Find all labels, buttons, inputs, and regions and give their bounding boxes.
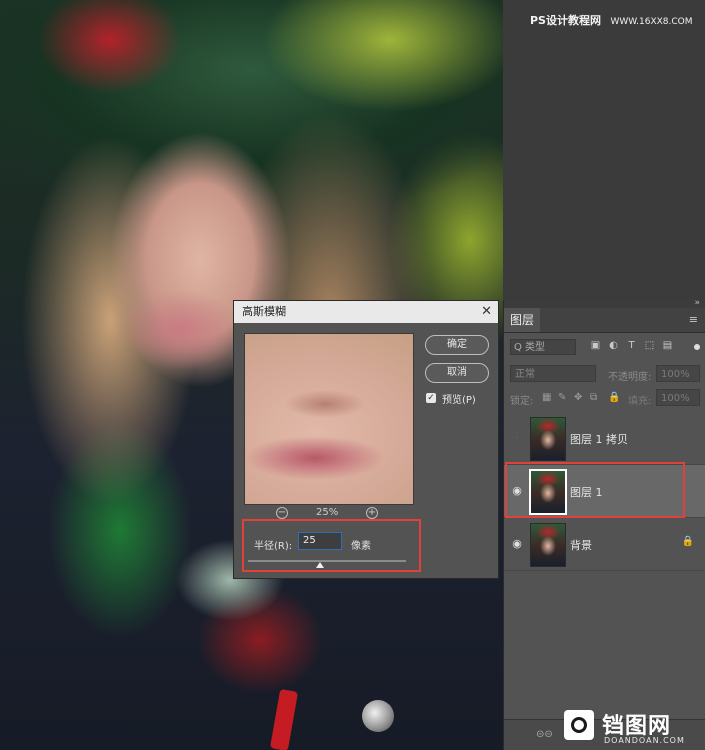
lock-artboard-icon[interactable]: ⧉: [590, 392, 597, 403]
blend-mode-select[interactable]: 正常: [510, 365, 596, 382]
adjustment-filter-icon[interactable]: ◐: [608, 340, 619, 351]
layer-thumbnail: [530, 417, 566, 461]
watermark-bottom: 铛图网 DOANDOAN.COM: [562, 706, 702, 748]
lock-row: 锁定: ▦ ✎ ✥ ⧉ 🔒 填充: 100%: [504, 388, 705, 408]
layer-thumbnail: [530, 523, 566, 567]
filter-toggle-icon[interactable]: [694, 344, 700, 350]
layer-row-copy[interactable]: · 图层 1 拷贝: [504, 412, 705, 465]
fill-label: 填充:: [628, 396, 652, 407]
watermark-logo-icon: [564, 710, 594, 740]
panel-tab-row: 图层 ≡: [504, 308, 705, 333]
layer-row-background[interactable]: ◉ 背景 🔒: [504, 518, 705, 571]
visibility-off-icon[interactable]: ·: [510, 432, 524, 444]
zoom-value: 25%: [316, 507, 339, 518]
close-icon[interactable]: ✕: [481, 301, 492, 323]
blend-row: 正常 不透明度: 100%: [504, 362, 705, 384]
watermark-url: WWW.16XX8.COM: [610, 17, 693, 27]
preview-checkbox[interactable]: ✓: [426, 393, 436, 403]
pixel-filter-icon[interactable]: ▣: [590, 340, 601, 351]
type-filter-icon[interactable]: T: [626, 340, 637, 351]
watermark-top: PS设计教程网 WWW.16XX8.COM: [530, 12, 693, 28]
cancel-button[interactable]: 取消: [425, 363, 489, 383]
lock-all-icon[interactable]: 🔒: [608, 392, 620, 403]
panel-menu-icon[interactable]: ≡: [689, 313, 698, 326]
link-layers-icon[interactable]: ⊝⊝: [536, 729, 553, 740]
eye-icon[interactable]: ◉: [510, 538, 524, 550]
panel-topbar: »: [504, 298, 705, 308]
zoom-out-icon[interactable]: −: [276, 507, 288, 519]
preview-label: 预览(P): [442, 395, 476, 406]
collapse-icon[interactable]: »: [694, 298, 700, 308]
lock-pixels-icon[interactable]: ✎: [558, 392, 566, 403]
opacity-label: 不透明度:: [608, 372, 652, 383]
dialog-title-bar[interactable]: 高斯模糊 ✕: [234, 301, 498, 323]
smart-object-filter-icon[interactable]: ▤: [662, 340, 673, 351]
watermark-en: DOANDOAN.COM: [604, 736, 685, 745]
layers-panel: » 图层 ≡ Q 类型 ▣ ◐ T ⬚ ▤ 正常 不透明度: 100% 锁定: …: [503, 298, 705, 750]
ok-button[interactable]: 确定: [425, 335, 489, 355]
fill-input[interactable]: 100%: [656, 389, 700, 406]
shape-filter-icon[interactable]: ⬚: [644, 340, 655, 351]
lock-position-icon[interactable]: ✥: [574, 392, 582, 403]
tab-layers[interactable]: 图层: [504, 308, 540, 332]
opacity-input[interactable]: 100%: [656, 365, 700, 382]
kind-filter-select[interactable]: Q 类型: [510, 339, 576, 355]
zoom-in-icon[interactable]: +: [366, 507, 378, 519]
radius-highlight-box: [242, 519, 421, 572]
red-ribbon: [269, 688, 299, 750]
lock-icon: 🔒: [681, 536, 694, 547]
layer-name: 背景: [570, 539, 592, 552]
watermark-brand: PS设计教程网: [530, 14, 601, 27]
dialog-title: 高斯模糊: [242, 305, 286, 318]
filter-row: Q 类型 ▣ ◐ T ⬚ ▤: [504, 336, 705, 358]
layer-highlight-box: [505, 462, 685, 518]
coat-button: [362, 700, 394, 732]
lock-transparent-icon[interactable]: ▦: [542, 392, 551, 403]
lock-label: 锁定:: [510, 396, 534, 407]
blur-preview[interactable]: [244, 333, 414, 505]
layer-name: 图层 1 拷贝: [570, 433, 628, 446]
